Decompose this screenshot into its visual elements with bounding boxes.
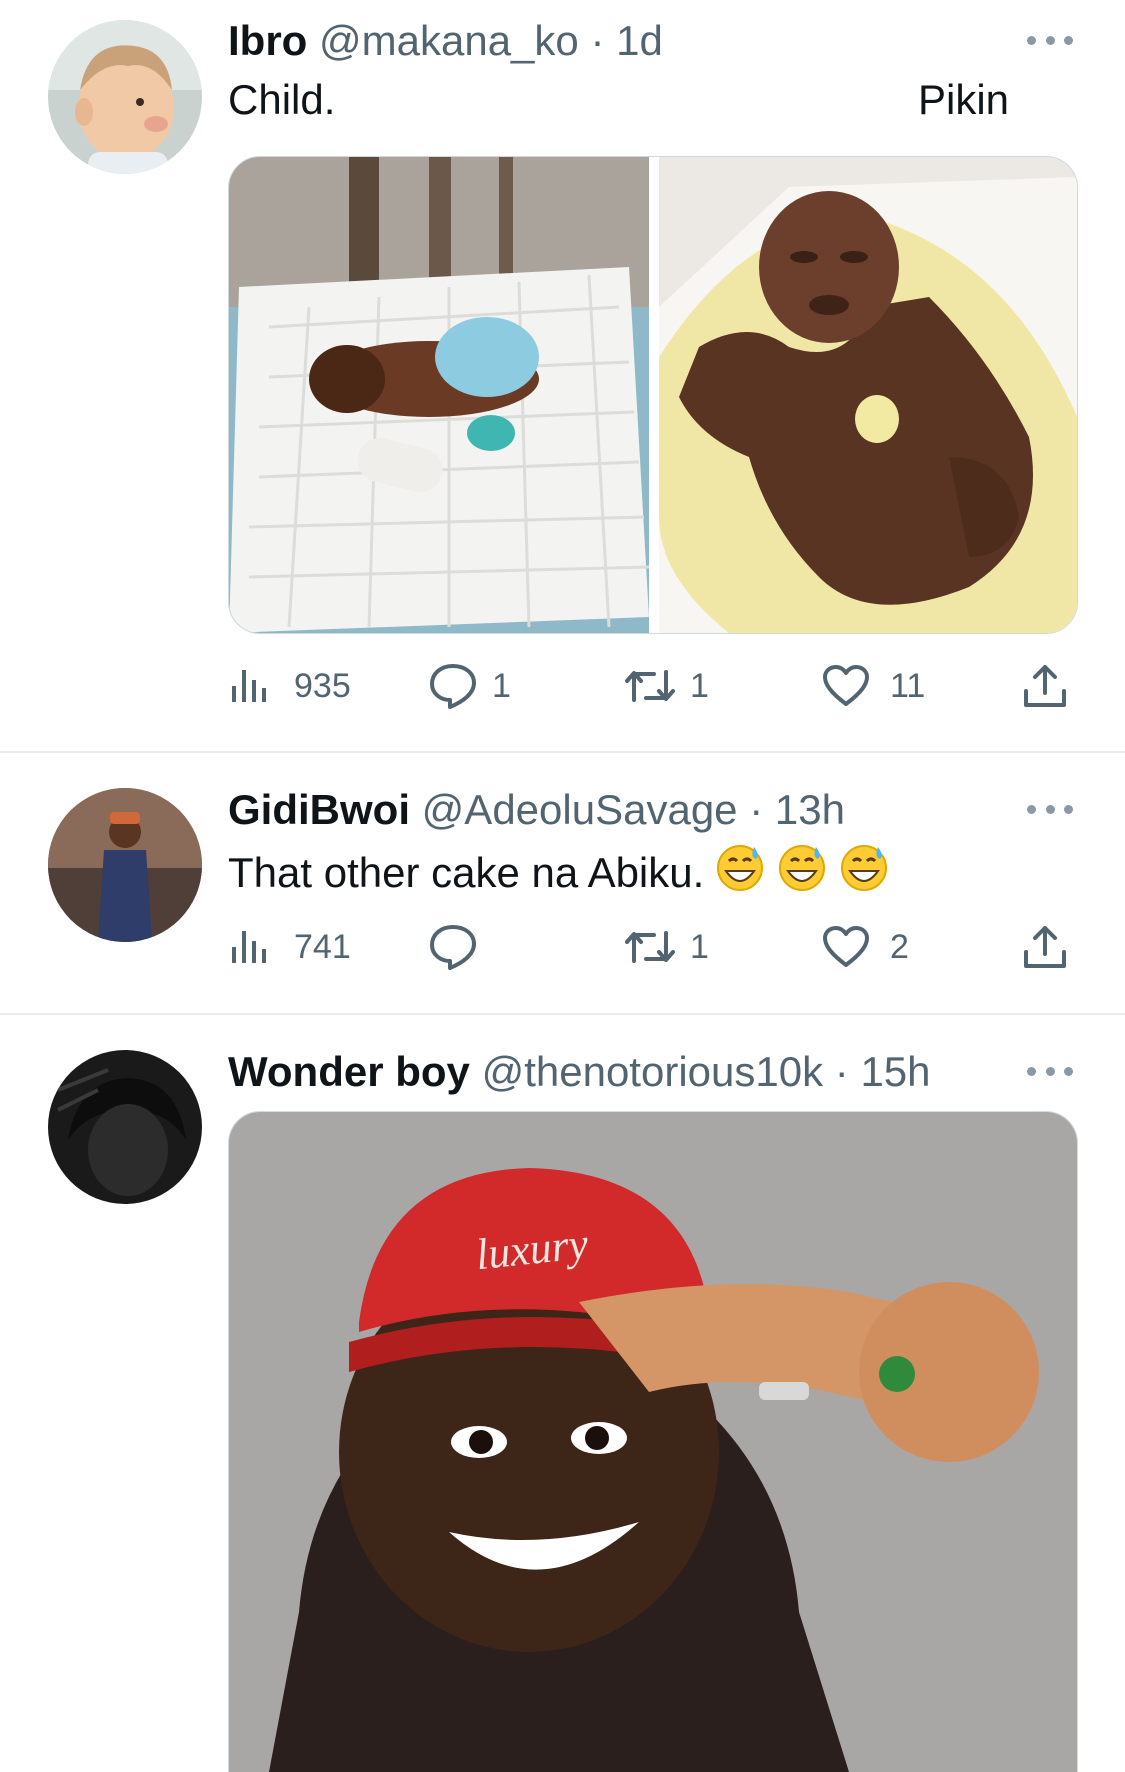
- tweet-header: Ibro @makana_ko · 1d: [228, 16, 663, 66]
- share-upload-icon: [1024, 665, 1066, 707]
- timestamp[interactable]: 1d: [616, 17, 663, 64]
- grinning-sweat-emoji: [841, 845, 888, 891]
- tweet-header: GidiBwoi @AdeoluSavage · 13h: [228, 785, 845, 835]
- speech-bubble-icon: [430, 664, 476, 709]
- avatar[interactable]: [48, 788, 202, 942]
- views-count: 741: [294, 927, 351, 966]
- heart-icon: [823, 665, 869, 706]
- handle[interactable]: @thenotorious10k: [482, 1048, 824, 1095]
- tweet-actions: 741 1 2: [228, 919, 1080, 975]
- like-button[interactable]: 11: [822, 658, 925, 714]
- photo-baby-cake[interactable]: [229, 157, 650, 633]
- grinning-sweat-emoji: [779, 845, 826, 891]
- tweet-header: Wonder boy @thenotorious10k · 15h: [228, 1047, 931, 1097]
- tweet-ibro[interactable]: Ibro @makana_ko · 1d Child. Pikin 935 1 …: [0, 0, 1125, 752]
- share-upload-icon: [1024, 926, 1066, 968]
- like-button[interactable]: 2: [822, 919, 909, 975]
- bar-chart-icon: [232, 931, 266, 963]
- reply-count: 1: [492, 666, 511, 705]
- heart-icon: [823, 926, 869, 967]
- share-button[interactable]: [1022, 658, 1068, 714]
- photo-saluting-man[interactable]: luxury: [229, 1112, 1077, 1772]
- display-name[interactable]: Wonder boy: [228, 1048, 470, 1095]
- photo-chocolate-baby-cake[interactable]: [659, 157, 1077, 633]
- like-count: 11: [890, 666, 926, 705]
- tweet-wonderboy[interactable]: Wonder boy @thenotorious10k · 15h luxury: [0, 1015, 1125, 1772]
- avatar[interactable]: [48, 20, 202, 174]
- handle[interactable]: @AdeoluSavage: [422, 786, 738, 833]
- reply-button[interactable]: 1: [428, 658, 511, 714]
- tweet-text: That other cake na Abiku.: [228, 841, 890, 899]
- retweet-arrows-icon: [625, 670, 675, 702]
- tweet-gidibwoi[interactable]: GidiBwoi @AdeoluSavage · 13h That other …: [0, 753, 1125, 1013]
- views-count: 935: [294, 666, 351, 705]
- retweet-count: 1: [690, 927, 709, 966]
- retweet-button[interactable]: 1: [624, 658, 709, 714]
- bar-chart-icon: [232, 670, 266, 702]
- display-name[interactable]: Ibro: [228, 17, 307, 64]
- retweet-count: 1: [690, 666, 709, 705]
- speech-bubble-icon: [430, 925, 476, 970]
- share-button[interactable]: [1022, 919, 1068, 975]
- views-button[interactable]: 935: [228, 658, 351, 714]
- tweet-text-left: Child.: [228, 76, 336, 123]
- avatar[interactable]: [48, 1050, 202, 1204]
- timestamp[interactable]: 13h: [775, 786, 845, 833]
- reply-button[interactable]: [428, 919, 492, 975]
- grinning-sweat-emoji: [717, 845, 764, 891]
- retweet-button[interactable]: 1: [624, 919, 709, 975]
- tweet-media[interactable]: [228, 156, 1078, 634]
- more-dots-icon[interactable]: [1027, 1064, 1073, 1078]
- separator: ·: [749, 786, 764, 833]
- tweet-text-right: Pikin: [918, 76, 1010, 123]
- separator: ·: [834, 1048, 849, 1095]
- views-button[interactable]: 741: [228, 919, 351, 975]
- like-count: 2: [890, 927, 909, 966]
- handle[interactable]: @makana_ko: [319, 17, 579, 64]
- tweet-actions: 935 1 1 11: [228, 658, 1080, 714]
- tweet-media[interactable]: luxury: [228, 1111, 1078, 1772]
- separator: ·: [590, 17, 605, 64]
- retweet-arrows-icon: [625, 931, 675, 963]
- timestamp[interactable]: 15h: [860, 1048, 930, 1095]
- display-name[interactable]: GidiBwoi: [228, 786, 410, 833]
- more-dots-icon[interactable]: [1027, 802, 1073, 816]
- more-dots-icon[interactable]: [1027, 33, 1073, 47]
- tweet-text-content: That other cake na Abiku.: [228, 849, 705, 896]
